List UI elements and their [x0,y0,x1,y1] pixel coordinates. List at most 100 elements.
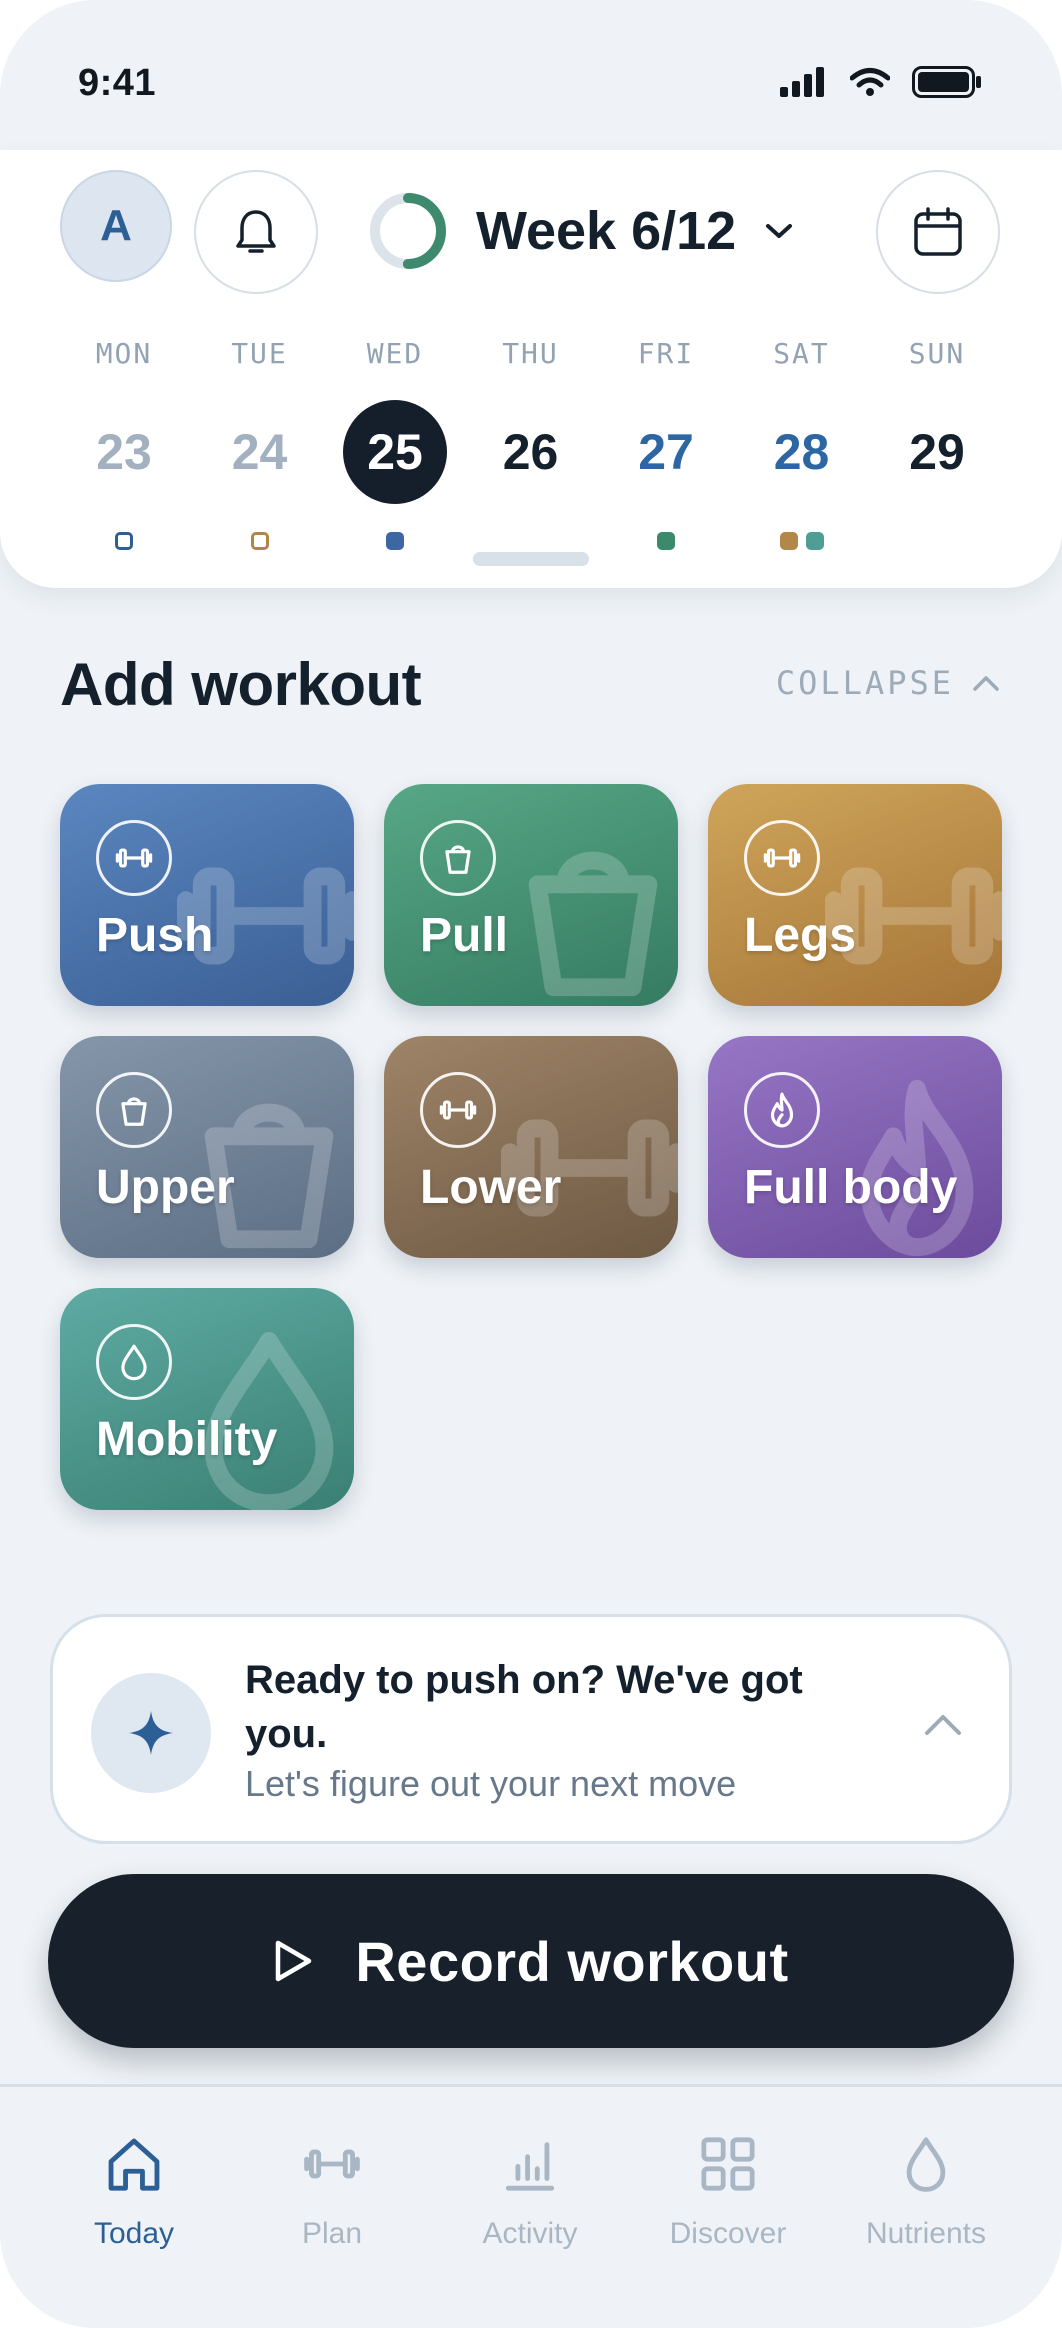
workout-tile-legs[interactable]: Legs [708,784,1002,1006]
chevron-up-icon [973,676,999,691]
kettlebell-icon [96,1072,172,1148]
tab-bar: Today Plan Activity Discover Nutrients [0,2084,1062,2328]
bell-icon [236,210,276,253]
home-icon [39,2133,229,2195]
wifi-icon [850,68,890,96]
suggestion-title: Ready to push on? We've got you. [245,1658,803,1756]
day-fri[interactable]: FRI 27 [606,334,726,552]
status-time: 9:41 [78,62,157,104]
record-label: Record workout [355,1929,789,1993]
workout-dots [877,532,997,552]
workout-dots [606,532,726,552]
workout-dots [471,532,591,552]
battery-icon [912,66,981,98]
tile-label: Legs [744,909,857,962]
tile-label: Upper [96,1161,235,1214]
day-name: TUE [231,337,288,370]
workout-dots [335,532,455,552]
chevron-up-icon[interactable] [923,1711,963,1737]
workout-dot [779,532,798,550]
workout-tile-pull[interactable]: Pull [384,784,678,1006]
suggestion-card[interactable]: Ready to push on? We've got you. Let's f… [50,1614,1012,1844]
drag-handle[interactable] [473,552,589,566]
flame-icon [744,1072,820,1148]
kettlebell-watermark-icon [498,821,678,1006]
tile-label: Mobility [96,1413,278,1466]
tile-label: Push [96,909,214,962]
day-number: 29 [909,424,965,480]
workout-dots [200,532,320,552]
workout-tile-lower[interactable]: Lower [384,1036,678,1258]
calendar-button[interactable] [876,170,1000,294]
tile-label: Lower [420,1161,562,1214]
day-sat[interactable]: SAT 28 [742,334,862,552]
notifications-button[interactable] [194,170,318,294]
day-number-today: 25 [343,400,447,504]
day-number: 23 [96,424,152,480]
day-name: WED [366,337,424,370]
day-number: 26 [502,424,559,480]
workout-dot [657,532,675,550]
tab-plan[interactable]: Plan [237,2133,427,2251]
tab-discover[interactable]: Discover [633,2133,823,2251]
calendar-icon [914,207,962,256]
workout-tile-mobility[interactable]: Mobility [60,1288,354,1510]
day-name: MON [95,337,153,370]
day-name: SUN [908,337,966,370]
workout-dots [742,532,862,552]
section-title: Add workout [60,651,422,718]
week-progress-ring [370,193,446,269]
week-header: A Week 6/12 MON 23 TUE 24 WED 25 THU 26 … [0,150,1062,588]
day-sun[interactable]: SUN 29 [877,334,997,552]
dumbbell-icon [744,820,820,896]
tab-label: Today [93,2217,175,2250]
workout-dot [250,532,269,550]
sparkle-icon [91,1673,211,1793]
day-name: THU [502,337,559,370]
day-thu[interactable]: THU 26 [471,334,591,552]
kettlebell-icon [420,820,496,896]
workout-dot [386,532,404,550]
day-mon[interactable]: MON 23 [64,334,184,552]
week-selector[interactable]: Week 6/12 [368,186,794,276]
droplet-icon [831,2133,1021,2195]
status-icons [780,66,982,98]
play-icon [276,1940,312,1982]
cellular-signal-icon [780,67,824,97]
day-tue[interactable]: TUE 24 [200,334,320,552]
tab-today[interactable]: Today [39,2133,229,2251]
tab-label: Discover [669,2217,787,2250]
phone-screen: 9:41 A Week 6/12 MON 23 TUE 24 WED 25 TH… [0,0,1062,2328]
tab-activity[interactable]: Activity [435,2133,625,2251]
tile-label: Pull [420,909,509,962]
dumbbell-icon [420,1072,496,1148]
grid-icon [633,2133,823,2195]
workout-tile-upper[interactable]: Upper [60,1036,354,1258]
day-number: 28 [773,424,830,480]
day-number: 27 [638,424,694,480]
workout-tile-push[interactable]: Push [60,784,354,1006]
collapse-button[interactable]: COLLAPSE [776,664,1000,702]
day-wed[interactable]: WED 25 [335,334,455,552]
dumbbell-icon [237,2133,427,2195]
workout-tile-full-body[interactable]: Full body [708,1036,1002,1258]
week-label: Week 6/12 [476,201,737,261]
status-bar: 9:41 [0,0,1062,150]
add-workout-header: Add workout COLLAPSE [60,650,1000,720]
tab-label: Activity [482,2217,578,2250]
avatar[interactable]: A [60,170,172,282]
tab-label: Plan [301,2217,363,2250]
bar-chart-icon [435,2133,625,2195]
collapse-label: COLLAPSE [775,664,954,702]
suggestion-subtitle: Let's figure out your next move [245,1763,737,1804]
day-name: FRI [637,337,695,370]
record-workout-button[interactable]: Record workout [48,1874,1014,2048]
avatar-initial: A [100,201,132,250]
tab-label: Nutrients [865,2217,987,2250]
chevron-down-icon [766,224,793,238]
tile-label: Full body [744,1161,958,1214]
droplet-icon [96,1324,172,1400]
day-name: SAT [773,337,830,370]
tab-nutrients[interactable]: Nutrients [831,2133,1021,2251]
workout-dots [64,532,184,552]
